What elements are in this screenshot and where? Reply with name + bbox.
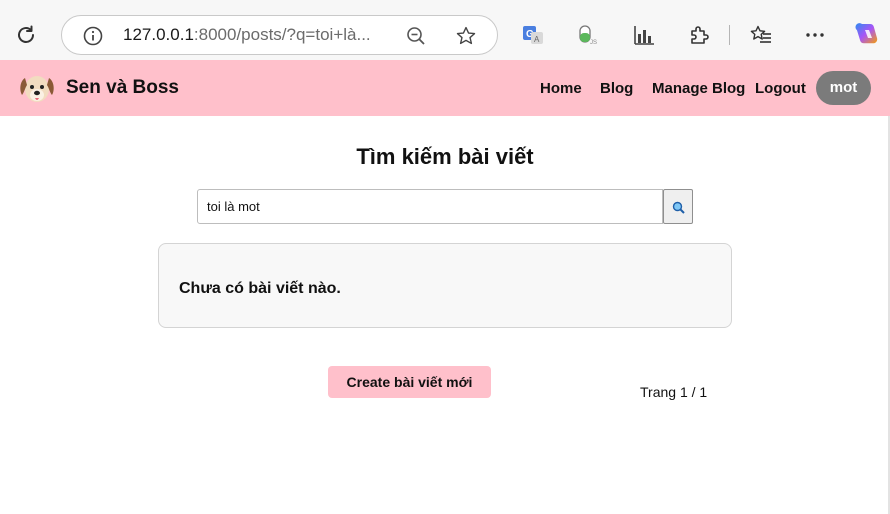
star-icon[interactable]	[455, 25, 477, 47]
empty-state-panel: Chưa có bài viết nào.	[158, 243, 732, 328]
puzzle-icon[interactable]	[688, 24, 710, 46]
page-title: Tìm kiếm bài viết	[356, 144, 534, 169]
url-host: 127.0.0.1	[123, 25, 194, 44]
copilot-icon[interactable]	[853, 21, 881, 49]
search-button[interactable]	[663, 189, 693, 224]
nav-manage-blog[interactable]: Manage Blog	[652, 80, 745, 97]
nav-home[interactable]: Home	[540, 80, 582, 97]
brand-name[interactable]: Sen và Boss	[66, 77, 179, 99]
browser-toolbar: 127.0.0.1:8000/posts/?q=toi+là... G A JS	[0, 0, 890, 60]
toolbar-separator	[729, 25, 730, 45]
empty-state-message: Chưa có bài viết nào.	[179, 280, 341, 297]
favorites-icon[interactable]	[750, 24, 772, 46]
info-icon[interactable]	[83, 26, 103, 46]
svg-text:A: A	[534, 35, 540, 44]
nav-logout[interactable]: Logout	[755, 80, 806, 97]
zoom-out-icon[interactable]	[406, 26, 426, 46]
user-badge[interactable]: mot	[816, 71, 871, 105]
js-extension-icon[interactable]: JS	[577, 24, 599, 46]
nav-blog[interactable]: Blog	[600, 80, 633, 97]
search-input[interactable]	[197, 189, 663, 224]
url-path: :8000/posts/?q=toi+là...	[193, 25, 371, 44]
address-bar[interactable]: 127.0.0.1:8000/posts/?q=toi+là...	[61, 15, 498, 55]
site-header: Sen và Boss Home Blog Manage Blog Logout…	[0, 60, 890, 116]
more-icon[interactable]	[804, 24, 826, 46]
reload-icon[interactable]	[14, 23, 38, 47]
search-icon	[672, 201, 685, 214]
pagination-label: Trang 1 / 1	[640, 384, 708, 400]
create-post-button[interactable]: Create bài viết mới	[328, 366, 491, 398]
dog-logo-icon[interactable]	[17, 68, 57, 108]
address-url[interactable]: 127.0.0.1:8000/posts/?q=toi+là...	[123, 25, 371, 45]
svg-text:JS: JS	[590, 40, 597, 46]
translate-icon[interactable]: G A	[522, 24, 544, 46]
chart-extension-icon[interactable]	[633, 24, 655, 46]
